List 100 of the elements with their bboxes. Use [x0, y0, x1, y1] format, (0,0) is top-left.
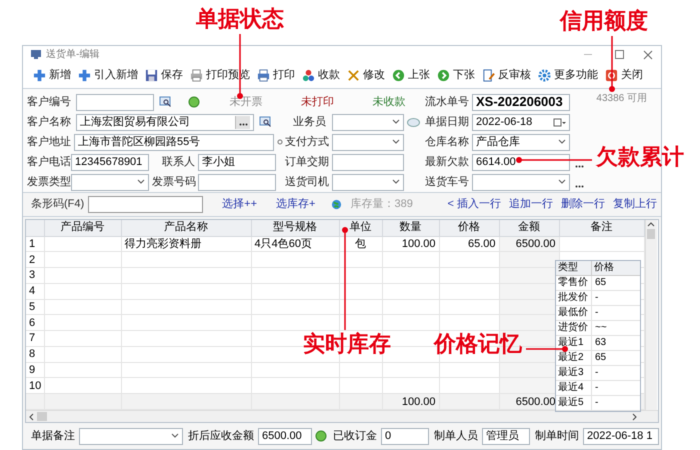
- status-dot-icon: [188, 96, 200, 108]
- search-icon[interactable]: [159, 96, 172, 108]
- input-field[interactable]: 0: [381, 428, 429, 444]
- toolbar-button[interactable]: 上张: [392, 67, 430, 84]
- input-field[interactable]: [198, 174, 276, 190]
- link[interactable]: 选择++: [222, 196, 258, 213]
- toolbar-button[interactable]: 引入新增: [78, 67, 138, 84]
- column-header[interactable]: 金额: [499, 220, 559, 236]
- table-cell: 最近4: [556, 381, 592, 395]
- callout-label: 信用额度: [560, 10, 648, 32]
- column-header[interactable]: 产品编号: [44, 220, 121, 236]
- link[interactable]: 删除一行: [561, 196, 605, 213]
- dropdown[interactable]: [71, 174, 149, 190]
- date-field[interactable]: 2022-06-18: [472, 114, 570, 130]
- printer-icon: [257, 69, 270, 82]
- maximize-button[interactable]: [615, 50, 624, 59]
- leader-line: [526, 346, 568, 352]
- more-icon[interactable]: [575, 164, 584, 168]
- link[interactable]: < 插入一行: [448, 196, 501, 213]
- dropdown[interactable]: [79, 428, 183, 444]
- input-field[interactable]: [76, 94, 154, 110]
- chevron-icon: [558, 179, 566, 185]
- table-cell: 包: [339, 236, 382, 252]
- dropdown[interactable]: [332, 174, 404, 190]
- more-icon[interactable]: [238, 122, 248, 126]
- column-header: 类型: [556, 261, 592, 275]
- toolbar-button[interactable]: 关闭: [605, 67, 643, 84]
- vertical-scrollbar[interactable]: [644, 220, 656, 410]
- input-field[interactable]: 12345678901: [71, 154, 149, 170]
- input-field[interactable]: 管理员: [482, 428, 530, 444]
- input-field[interactable]: 6614.00: [472, 154, 570, 170]
- dropdown[interactable]: [472, 174, 570, 190]
- input-field[interactable]: 李小姐: [198, 154, 276, 170]
- toolbar-button[interactable]: 保存: [145, 67, 183, 84]
- row-number: 2: [26, 252, 44, 268]
- toolbar-button[interactable]: 收款: [302, 67, 340, 84]
- input-field[interactable]: 2022-06-18 1: [583, 428, 659, 444]
- floppy-icon: [145, 69, 158, 82]
- dropdown[interactable]: 产品仓库: [472, 134, 570, 150]
- window-title: 送货单-编辑: [46, 48, 100, 62]
- table-cell: 最近3: [556, 366, 592, 380]
- chevron-icon: [137, 179, 145, 185]
- toolbar-button[interactable]: 修改: [347, 67, 385, 84]
- field-label: 已收订金: [333, 428, 377, 444]
- browse-button[interactable]: [235, 116, 250, 128]
- input-field[interactable]: [332, 154, 404, 170]
- column-header[interactable]: 数量: [382, 220, 439, 236]
- chevron-icon: [171, 433, 179, 439]
- column-header: 价格: [593, 261, 615, 275]
- field-label: 发票号码: [152, 174, 197, 190]
- input-field[interactable]: 上海市普陀区柳园路55号: [74, 134, 274, 150]
- more-icon[interactable]: [575, 184, 584, 188]
- horizontal-scrollbar[interactable]: [26, 410, 658, 422]
- dropdown[interactable]: [332, 134, 404, 150]
- column-header[interactable]: 价格: [439, 220, 499, 236]
- app-icon: [31, 50, 41, 59]
- toolbar-button[interactable]: 更多功能: [538, 67, 598, 84]
- globe-icon: [331, 199, 342, 210]
- scrollbar-thumb[interactable]: [647, 229, 655, 239]
- row-number: 5: [26, 299, 44, 315]
- column-header[interactable]: 产品名称: [121, 220, 251, 236]
- link[interactable]: 复制上行: [613, 196, 657, 213]
- status-text: 未开票: [229, 94, 262, 110]
- table-cell: 零售价: [556, 276, 592, 290]
- field-label: 单据日期: [425, 114, 469, 130]
- input-field[interactable]: 6500.00: [258, 428, 312, 444]
- row-number: 6: [26, 314, 44, 331]
- callout-label: 实时库存: [303, 333, 391, 355]
- field-label: 客户名称: [27, 114, 71, 130]
- field-label: 送货司机: [285, 174, 329, 190]
- status-dot-icon: [315, 430, 327, 442]
- link[interactable]: 追加一行: [509, 196, 553, 213]
- search-icon[interactable]: [259, 116, 272, 128]
- dropdown[interactable]: [332, 114, 404, 130]
- toolbar-button[interactable]: 打印: [257, 67, 295, 84]
- field-label: 客户电话: [27, 154, 71, 170]
- field-label: 制单人员: [434, 428, 478, 444]
- chevron-icon: [392, 139, 400, 145]
- column-header[interactable]: 型号规格: [251, 220, 339, 236]
- row-number: 7: [26, 330, 44, 346]
- toolbar-button[interactable]: 下张: [437, 67, 475, 84]
- table-cell: 6500.00: [499, 236, 559, 252]
- field-label: 折后应收金额: [188, 428, 254, 444]
- table-cell: 批发价: [556, 291, 592, 305]
- calendar-icon[interactable]: [553, 118, 566, 126]
- scrollbar-thumb[interactable]: [37, 412, 47, 421]
- credit-available-text: 43386 可用: [596, 92, 647, 106]
- input-field[interactable]: 上海宏图贸易有限公司: [76, 114, 254, 130]
- callout-label: 单据状态: [196, 8, 284, 30]
- table-cell: 进货价: [556, 321, 592, 335]
- link[interactable]: 选库存+: [276, 196, 316, 213]
- toolbar-button[interactable]: 新增: [33, 67, 71, 84]
- column-header[interactable]: 备注: [559, 220, 644, 236]
- plus-icon: [78, 69, 91, 82]
- toolbar-button[interactable]: 反审核: [482, 67, 531, 84]
- close-icon[interactable]: [643, 50, 653, 60]
- colored-balls-icon: [302, 69, 315, 82]
- chevron-icon: [558, 139, 566, 145]
- input-field[interactable]: XS-202206003: [472, 94, 570, 110]
- input-field[interactable]: [88, 196, 204, 213]
